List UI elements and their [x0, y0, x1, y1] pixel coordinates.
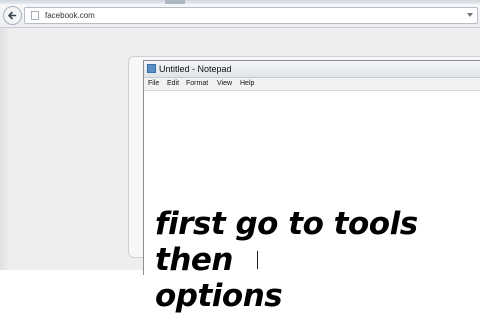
menu-file[interactable]: File: [148, 79, 159, 89]
menu-view[interactable]: View: [217, 79, 232, 89]
browser-toolbar: facebook.com: [0, 4, 480, 28]
menu-help[interactable]: Help: [240, 79, 254, 89]
address-bar[interactable]: facebook.com: [24, 7, 478, 24]
tutorial-caption: first go to tools then options: [155, 206, 480, 314]
address-bar-url: facebook.com: [45, 11, 95, 20]
back-arrow-icon: [8, 11, 17, 20]
window-title: Untitled - Notepad: [159, 64, 232, 74]
notepad-titlebar[interactable]: Untitled - Notepad: [144, 61, 480, 78]
notepad-menubar: File Edit Format View Help: [144, 78, 480, 91]
caption-line-1: first go to tools then: [155, 206, 418, 278]
menu-format[interactable]: Format: [186, 79, 208, 89]
dropdown-arrow-icon[interactable]: [467, 13, 473, 17]
back-button[interactable]: [3, 6, 22, 25]
caption-line-2: options: [155, 278, 283, 314]
page-icon: [31, 11, 39, 20]
menu-edit[interactable]: Edit: [167, 79, 179, 89]
notepad-app-icon[interactable]: [147, 64, 156, 73]
content-shadow: [0, 28, 10, 270]
